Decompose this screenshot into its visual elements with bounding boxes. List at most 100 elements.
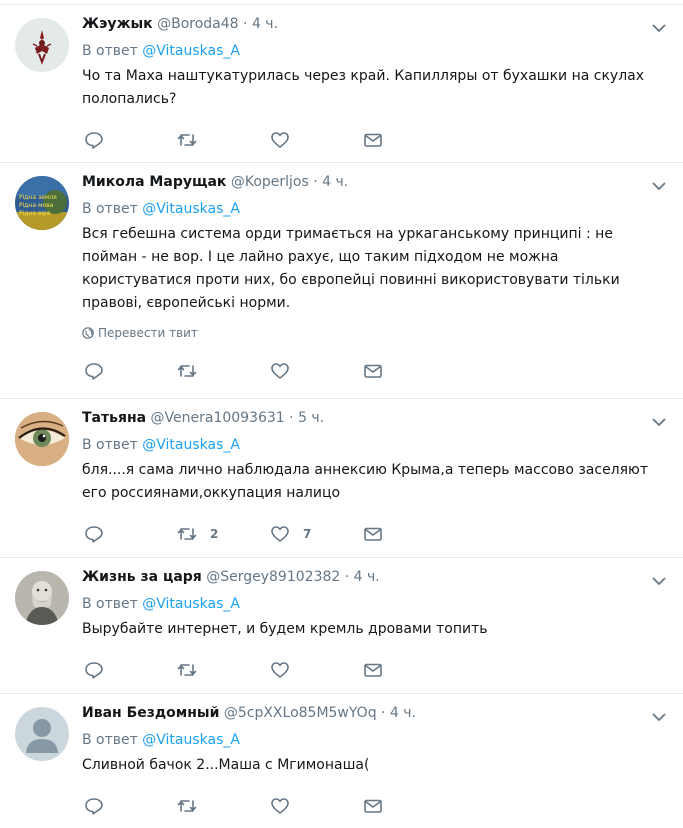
- reply-to-user-link[interactable]: @Vitauskas_A: [142, 43, 240, 59]
- author-handle[interactable]: @Sergey89102382: [206, 569, 340, 585]
- reply-prefix: В ответ: [82, 437, 138, 453]
- heart-icon: [271, 132, 289, 148]
- reply-button[interactable]: [84, 660, 177, 680]
- globe-icon: [82, 327, 94, 339]
- retweet-button[interactable]: 2: [177, 524, 270, 544]
- tweet-actions: [84, 648, 669, 692]
- reply-button[interactable]: [84, 361, 177, 381]
- retweet-count: 2: [210, 527, 219, 541]
- author-name[interactable]: Татьяна: [82, 410, 146, 426]
- tweet[interactable]: Жизнь за царя @Sergey89102382 · 4 ч. В о…: [0, 558, 683, 694]
- heart-icon: [271, 798, 289, 814]
- envelope-icon: [364, 364, 382, 378]
- retweet-button[interactable]: [177, 660, 270, 680]
- timestamp[interactable]: 4 ч.: [354, 569, 380, 585]
- like-button[interactable]: 7: [270, 524, 363, 544]
- avatar[interactable]: Рідна земля Рідна мова Рідна віра: [15, 176, 69, 230]
- avatar[interactable]: [15, 412, 69, 466]
- envelope-icon: [364, 663, 382, 677]
- retweet-icon: [177, 664, 197, 676]
- tweet[interactable]: Иван Бездомный @5cpXXLo85M5wYOq · 4 ч. В…: [0, 694, 683, 824]
- author-name[interactable]: Микола Марущак: [82, 174, 226, 190]
- avatar-text: Рідна мова: [19, 202, 54, 209]
- tweet-header: Микола Марущак @Koperljos · 4 ч.: [82, 173, 669, 193]
- retweet-icon: [177, 365, 197, 377]
- separator-dot: ·: [243, 16, 248, 32]
- like-button[interactable]: [270, 130, 363, 150]
- timestamp[interactable]: 5 ч.: [298, 410, 324, 426]
- tweet[interactable]: Жэужык @Boroda48 · 4 ч. В ответ @Vitausk…: [0, 5, 683, 163]
- tweet-text: Сливной бачок 2...Маша с Мгимонаша(: [82, 757, 370, 773]
- tweet-header: Татьяна @Venera10093631 · 5 ч.: [82, 409, 669, 429]
- reply-context: В ответ @Vitauskas_A: [82, 436, 669, 454]
- reply-to-user-link[interactable]: @Vitauskas_A: [142, 437, 240, 453]
- retweet-button[interactable]: [177, 130, 270, 150]
- tweet-actions: 2 7: [84, 512, 669, 556]
- reply-prefix: В ответ: [82, 732, 138, 748]
- tweet[interactable]: Рідна земля Рідна мова Рідна віра Микола…: [0, 163, 683, 399]
- reply-context: В ответ @Vitauskas_A: [82, 595, 669, 613]
- avatar-text: Рідна земля: [19, 194, 57, 201]
- translate-label: Перевести твит: [98, 326, 198, 340]
- like-button[interactable]: [270, 361, 363, 381]
- tweet-header: Жизнь за царя @Sergey89102382 · 4 ч.: [82, 568, 669, 588]
- direct-message-button[interactable]: [363, 524, 456, 544]
- author-handle[interactable]: @5cpXXLo85M5wYOq: [224, 705, 377, 721]
- direct-message-button[interactable]: [363, 660, 456, 680]
- retweet-icon: [177, 134, 197, 146]
- tweet-header: Иван Бездомный @5cpXXLo85M5wYOq · 4 ч.: [82, 704, 669, 724]
- tweet[interactable]: Татьяна @Venera10093631 · 5 ч. В ответ @…: [0, 399, 683, 558]
- separator-dot: ·: [381, 705, 386, 721]
- tweet-header: Жэужык @Boroda48 · 4 ч.: [82, 15, 669, 35]
- heart-icon: [271, 526, 289, 542]
- chevron-down-icon[interactable]: [652, 23, 666, 33]
- author-name[interactable]: Жизнь за царя: [82, 569, 202, 585]
- author-handle[interactable]: @Koperljos: [231, 174, 309, 190]
- reply-button[interactable]: [84, 524, 177, 544]
- timestamp[interactable]: 4 ч.: [322, 174, 348, 190]
- avatar-text: Рідна віра: [19, 210, 51, 217]
- direct-message-button[interactable]: [363, 796, 456, 816]
- retweet-icon: [177, 528, 197, 540]
- avatar[interactable]: [15, 18, 69, 72]
- timestamp[interactable]: 4 ч.: [252, 16, 278, 32]
- reply-prefix: В ответ: [82, 43, 138, 59]
- translate-tweet-link[interactable]: Перевести твит: [82, 325, 669, 341]
- reply-button[interactable]: [84, 796, 177, 816]
- chevron-down-icon[interactable]: [652, 417, 666, 427]
- reply-to-user-link[interactable]: @Vitauskas_A: [142, 732, 240, 748]
- reply-button[interactable]: [84, 130, 177, 150]
- direct-message-button[interactable]: [363, 361, 456, 381]
- retweet-icon: [177, 800, 197, 812]
- reply-to-user-link[interactable]: @Vitauskas_A: [142, 596, 240, 612]
- tweet-text: Вся гебешна система орди тримається на у…: [82, 226, 620, 311]
- direct-message-button[interactable]: [363, 130, 456, 150]
- author-name[interactable]: Жэужык: [82, 16, 153, 32]
- like-button[interactable]: [270, 660, 363, 680]
- envelope-icon: [364, 527, 382, 541]
- reply-icon: [85, 526, 103, 543]
- tweet-actions: [84, 349, 669, 393]
- like-count: 7: [303, 527, 312, 541]
- avatar[interactable]: [15, 571, 69, 625]
- reply-icon: [85, 363, 103, 380]
- chevron-down-icon[interactable]: [652, 576, 666, 586]
- reply-context: В ответ @Vitauskas_A: [82, 731, 669, 749]
- envelope-icon: [364, 799, 382, 813]
- like-button[interactable]: [270, 796, 363, 816]
- retweet-button[interactable]: [177, 796, 270, 816]
- timestamp[interactable]: 4 ч.: [390, 705, 416, 721]
- chevron-down-icon[interactable]: [652, 181, 666, 191]
- avatar[interactable]: [15, 707, 69, 761]
- author-handle[interactable]: @Boroda48: [157, 16, 238, 32]
- reply-to-user-link[interactable]: @Vitauskas_A: [142, 201, 240, 217]
- reply-prefix: В ответ: [82, 201, 138, 217]
- author-handle[interactable]: @Venera10093631: [151, 410, 285, 426]
- tweet-text: Чо та Маха наштукатурилась через край. К…: [82, 68, 645, 107]
- retweet-button[interactable]: [177, 361, 270, 381]
- reply-prefix: В ответ: [82, 596, 138, 612]
- reply-context: В ответ @Vitauskas_A: [82, 42, 669, 60]
- author-name[interactable]: Иван Бездомный: [82, 705, 219, 721]
- chevron-down-icon[interactable]: [652, 712, 666, 722]
- reply-context: В ответ @Vitauskas_A: [82, 200, 669, 218]
